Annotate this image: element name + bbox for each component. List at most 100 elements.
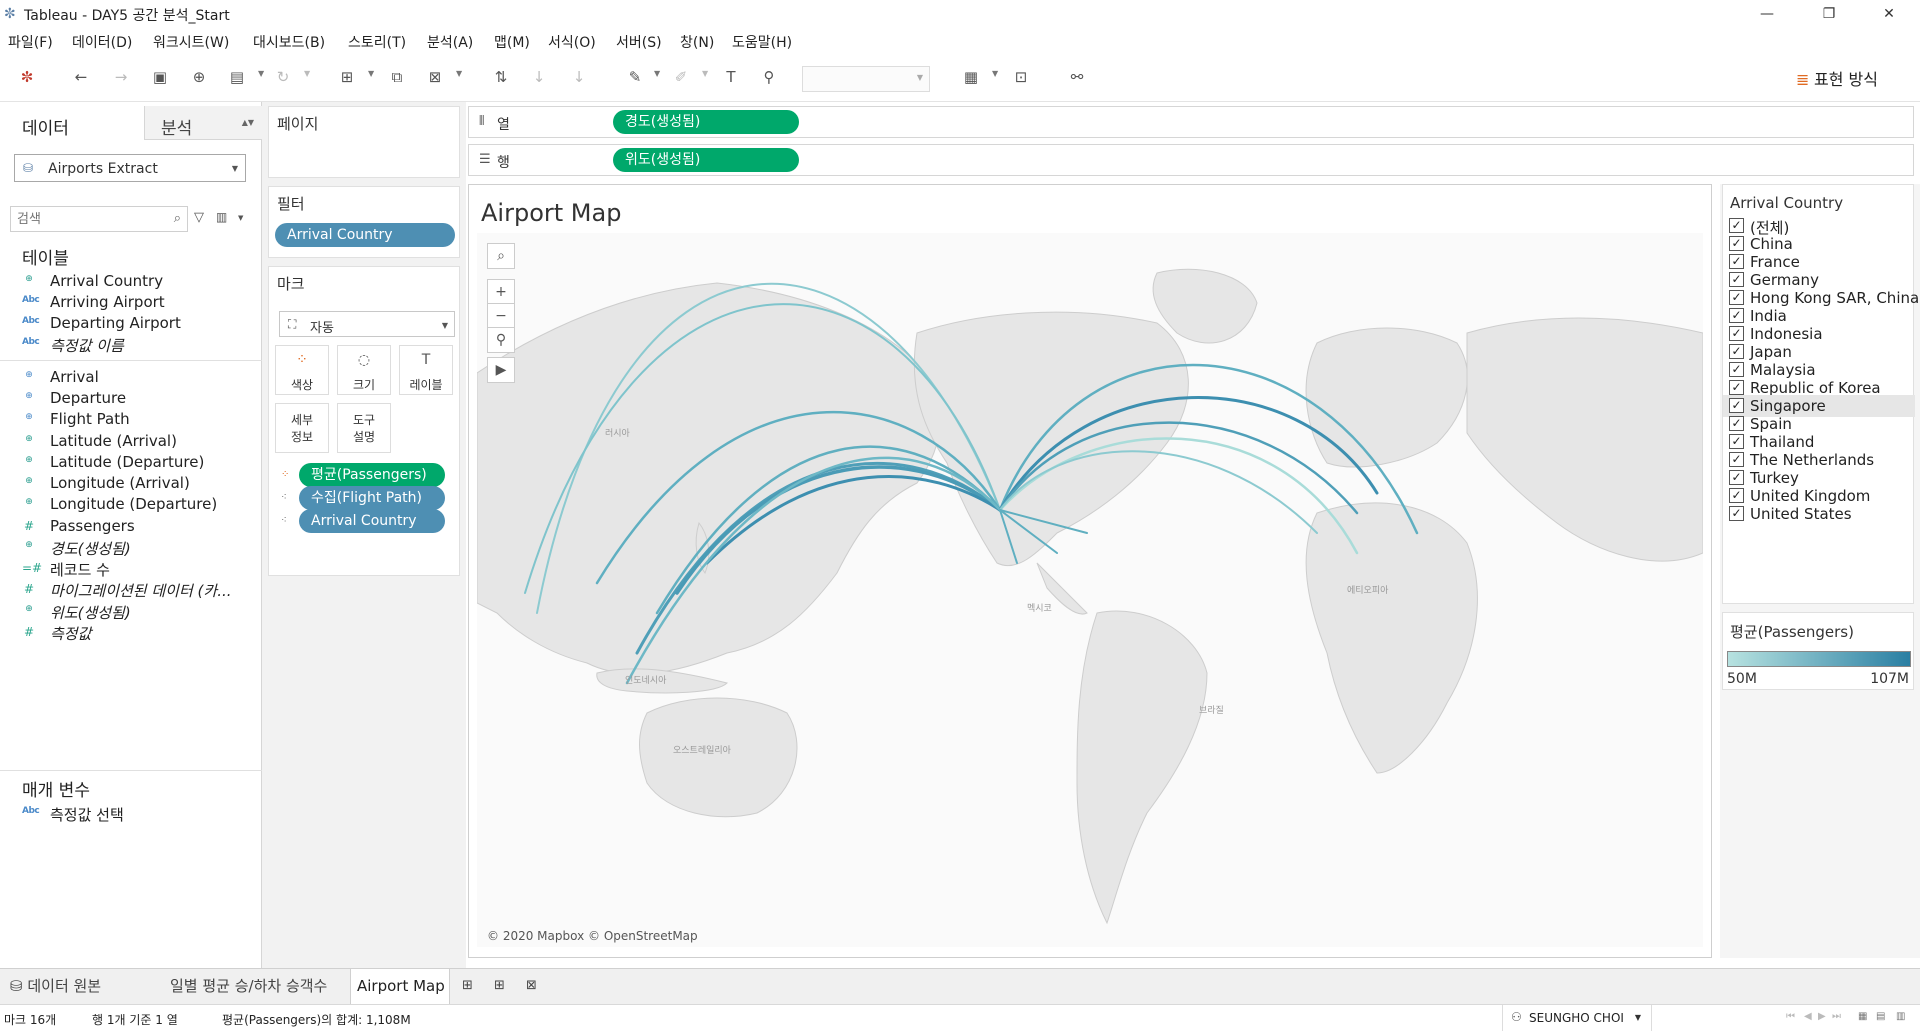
prev-sheet-icon[interactable]: ◀ [1804,1011,1812,1022]
tableau-home-icon[interactable]: ✼ [16,66,38,88]
mark-pill-flight-path[interactable]: 수집(Flight Path) [299,486,445,510]
highlight-icon[interactable]: ✎ [624,66,646,88]
mark-type-select[interactable]: ⛶ 자동 ▼ [279,311,455,337]
field-record-count[interactable]: =# 레코드 수 [22,557,254,579]
tab-airport-map[interactable]: Airport Map [350,969,450,1005]
checkbox[interactable]: ✓ [1729,290,1744,305]
zoom-in-icon[interactable]: + [487,279,515,305]
first-sheet-icon[interactable]: ⏮ [1786,1011,1795,1022]
menu-analysis[interactable]: 분석(A) [427,32,473,52]
field-latitude-arrival[interactable]: ⊕ Latitude (Arrival) [22,430,254,452]
new-story-icon[interactable]: ⊠ [526,969,537,1005]
checkbox[interactable]: ✓ [1729,326,1744,341]
fit-dropdown[interactable]: ▼ [802,66,930,92]
minimize-button[interactable]: — [1744,0,1790,28]
checkbox[interactable]: ✓ [1729,434,1744,449]
field-generated-latitude[interactable]: ⊕ 위도(생성됨) [22,600,254,622]
field-flight-path[interactable]: ⊕ Flight Path [22,408,254,430]
size-button[interactable]: ◌ 크기 [337,345,391,395]
tab-analysis[interactable]: 분석 ▲▼ [144,106,262,140]
sort-asc-icon[interactable]: ↓ [528,66,550,88]
save-icon[interactable]: ▣ [149,66,171,88]
map-view[interactable]: 러시아 에티오피아 인도네시아 오스트레일리아 브라질 멕시코 ⌕ + − ⚲ … [477,233,1703,947]
field-migrated-data[interactable]: # 마이그레이션된 데이터 (카... [22,578,254,600]
checkbox[interactable]: ✓ [1729,362,1744,377]
share-icon[interactable]: ⚯ [1066,66,1088,88]
filmstrip-icon[interactable]: ▤ [1876,1011,1885,1022]
checkbox[interactable]: ✓ [1729,416,1744,431]
color-button[interactable]: ⁘ 색상 [275,345,329,395]
mark-pill-passengers[interactable]: 평균(Passengers) [299,463,445,487]
columns-shelf[interactable]: ⫴ 열 경도(생성됨) [468,106,1914,138]
field-search[interactable]: ⌕ [10,206,188,232]
group-icon[interactable]: ✐ [670,66,692,88]
new-worksheet-icon[interactable]: ⊞ [336,66,358,88]
pin-icon[interactable]: ⚲ [758,66,780,88]
filters-card[interactable]: 필터 Arrival Country [268,186,460,258]
field-departing-airport[interactable]: Abc Departing Airport [22,312,254,334]
checkbox[interactable]: ✓ [1729,380,1744,395]
new-worksheet-icon[interactable]: ⊞ [462,969,473,1005]
tab-daily-avg[interactable]: 일별 평균 승/하차 승객수 [170,969,327,1005]
rows-shelf[interactable]: ☰ 행 위도(생성됨) [468,144,1914,176]
show-cards-icon[interactable]: ▦ [960,66,982,88]
field-arriving-airport[interactable]: Abc Arriving Airport [22,291,254,313]
checkbox[interactable]: ✓ [1729,272,1744,287]
chevron-down-icon[interactable]: ▼ [238,214,243,222]
checkbox[interactable]: ✓ [1729,506,1744,521]
undo-icon[interactable]: ← [70,66,92,88]
menu-worksheet[interactable]: 워크시트(W) [153,32,229,52]
view-list-icon[interactable]: ▥ [216,210,227,224]
clear-sheet-icon[interactable]: ⊠ [424,66,446,88]
user-menu[interactable]: ⚇ SEUNGHO CHOI ▼ [1502,1005,1652,1031]
field-arrival[interactable]: ⊕ Arrival [22,366,254,388]
checkbox[interactable]: ✓ [1729,218,1744,233]
filter-icon[interactable]: ▽ [194,210,204,225]
detail-button[interactable]: 세부 정보 [275,403,329,453]
last-sheet-icon[interactable]: ⏭ [1832,1011,1841,1022]
search-input[interactable] [17,210,167,228]
grid-view-icon[interactable]: ▦ [1858,1011,1867,1022]
refresh-icon[interactable]: ↻ [272,66,294,88]
menu-file[interactable]: 파일(F) [8,32,53,52]
field-measure-names[interactable]: Abc 측정값 이름 [22,333,254,355]
zoom-out-icon[interactable]: − [487,303,515,329]
presentation-icon[interactable]: ⊡ [1010,66,1032,88]
menu-map[interactable]: 맵(M) [494,32,530,52]
search-icon[interactable]: ⌕ [487,243,515,269]
close-button[interactable]: ✕ [1866,0,1912,28]
pin-icon[interactable]: ⚲ [487,327,515,353]
checkbox[interactable]: ✓ [1729,470,1744,485]
label-button[interactable]: T 레이블 [399,345,453,395]
menu-format[interactable]: 서식(O) [548,32,596,52]
sort-desc-icon[interactable]: ↓ [568,66,590,88]
field-measure-values[interactable]: # 측정값 [22,621,254,643]
rows-pill[interactable]: 위도(생성됨) [613,148,799,172]
swap-icon[interactable]: ⇅ [490,66,512,88]
pause-updates-icon[interactable]: ▤ [226,66,248,88]
columns-pill[interactable]: 경도(생성됨) [613,110,799,134]
mark-pill-arrival-country[interactable]: Arrival Country [299,509,445,533]
checkbox[interactable]: ✓ [1729,488,1744,503]
checkbox[interactable]: ✓ [1729,398,1744,413]
new-datasource-icon[interactable]: ⊕ [188,66,210,88]
field-latitude-departure[interactable]: ⊕ Latitude (Departure) [22,451,254,473]
play-icon[interactable]: ▶ [487,357,515,383]
menu-data[interactable]: 데이터(D) [72,32,132,52]
menu-dashboard[interactable]: 대시보드(B) [253,32,325,52]
menu-help[interactable]: 도움말(H) [732,32,792,52]
filter-item[interactable]: ✓ United States [1723,503,1915,525]
next-sheet-icon[interactable]: ▶ [1818,1011,1826,1022]
field-select-measure[interactable]: Abc 측정값 선택 [22,802,254,824]
tab-data[interactable]: 데이터 [0,106,144,140]
field-departure[interactable]: ⊕ Departure [22,387,254,409]
filter-pill-arrival-country[interactable]: Arrival Country [275,223,455,247]
pages-card[interactable]: 페이지 [268,106,460,178]
maximize-button[interactable]: ❐ [1806,0,1852,28]
datasource-select[interactable]: ⛁ Airports Extract ▼ [14,154,246,182]
menu-server[interactable]: 서버(S) [616,32,662,52]
redo-icon[interactable]: → [110,66,132,88]
tab-datasource[interactable]: ⛁ 데이터 원본 [10,969,101,1005]
labels-icon[interactable]: T [720,66,742,88]
new-dashboard-icon[interactable]: ⊞ [494,969,505,1005]
